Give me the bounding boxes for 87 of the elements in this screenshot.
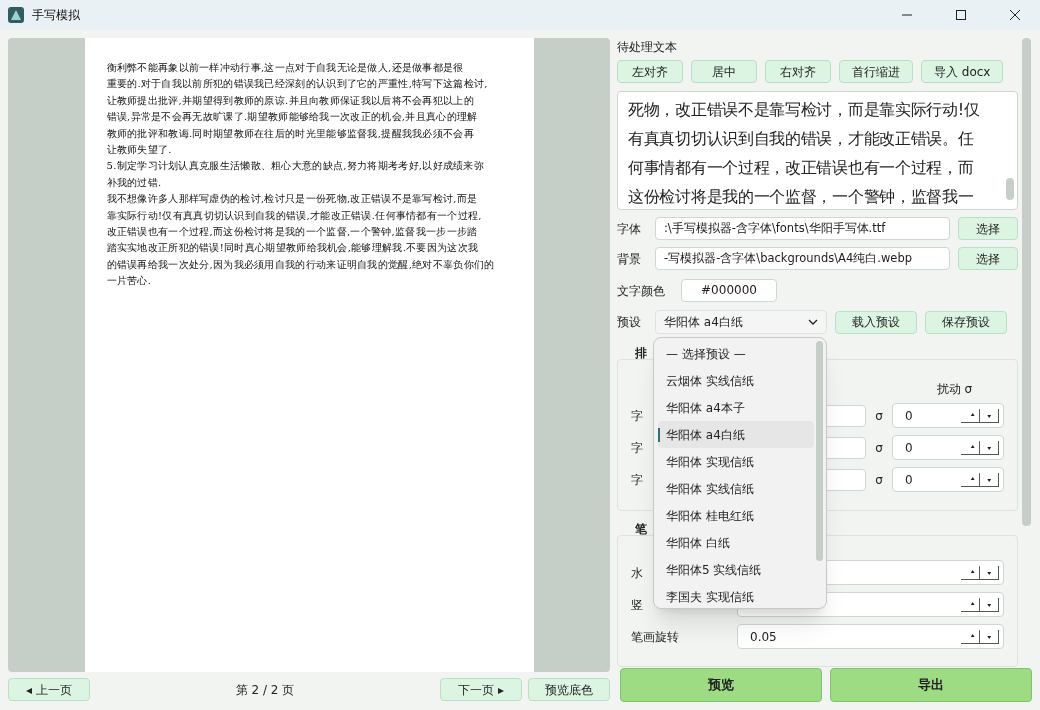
field-label: 字 [631, 471, 643, 489]
toolbar-button[interactable]: 左对齐 [617, 60, 683, 83]
choose-button[interactable]: 选择 [958, 247, 1018, 270]
field-label: 字 [631, 407, 643, 425]
app-icon [8, 7, 24, 23]
action-button[interactable]: 预览 [620, 668, 822, 702]
toolbar-button[interactable]: 居中 [691, 60, 757, 83]
dropdown-option[interactable]: 云烟体 实线信纸 [658, 367, 814, 394]
field-label: 预设 [617, 314, 642, 331]
handwriting-line: 让教师提出批评,并期望得到教师的原谅.并且向教师保证我以后将不会再犯以上的 [106, 93, 474, 108]
scrollbar-thumb[interactable] [816, 341, 823, 561]
dropdown-option[interactable]: 华阳体 桂电红纸 [658, 502, 814, 529]
sigma-label: σ [874, 471, 884, 489]
spin-arrows-icon [961, 565, 999, 580]
handwriting-line: 我不想像许多人那样写虚伪的检讨,检讨只是一份死物,改正错误不是靠写检讨,而是 [106, 192, 478, 207]
value-field[interactable] [826, 468, 866, 491]
text-line: 何事情都有一个过程，改正错误也有一个过程，而 [628, 157, 974, 179]
spin-arrows-icon [961, 408, 999, 423]
handwriting-line: 教师的批评和教诲.同时期望教师在往后的时光里能够监督我,提醒我我必须不会再 [106, 126, 474, 141]
handwriting-line: 5.制定学习计划认真克服生活懒散、粗心大意的缺点,努力将期考考好,以好成绩来弥 [106, 159, 485, 174]
handwriting-line: 补我的过错. [106, 175, 162, 190]
field-label: 字 [631, 439, 643, 457]
sigma-label: σ [874, 407, 884, 425]
toolbar-button[interactable]: 右对齐 [765, 60, 831, 83]
prev-page-button[interactable]: ◂ 上一页 [8, 678, 90, 701]
spin-arrows-icon [961, 440, 999, 455]
close-icon[interactable] [1010, 10, 1020, 20]
spin-arrows-icon [961, 597, 999, 612]
selection-indicator [658, 428, 660, 442]
scrollbar-thumb[interactable] [1006, 178, 1014, 200]
next-page-button[interactable]: 下一页 ▸ [440, 678, 522, 701]
text-line: 死物，改正错误不是靠写检讨，而是靠实际行动!仅 [628, 99, 980, 121]
scrollbar-thumb[interactable] [1022, 38, 1031, 526]
group-title: 笔 [635, 521, 647, 534]
section-label: 待处理文本 [617, 39, 678, 55]
page-indicator: 第 2 / 2 页 [234, 681, 296, 699]
load-preset-button[interactable]: 载入预设 [835, 310, 917, 334]
handwriting-line: 重要的.对于自我以前所犯的错误我已经深刻的认识到了它的严重性,特写下这篇检讨, [106, 77, 488, 92]
text-editor[interactable]: 死物，改正错误不是靠写检讨，而是靠实际行动!仅 有真真切切认识到自我的错误，才能改正错误。任 何事情都有一个过程，改正错误也有一个过程，而 这份检讨将是我的一个监督，一个警钟，监督我一 [617, 91, 1018, 210]
text-line: 有真真切切认识到自我的错误，才能改正错误。任 [628, 128, 974, 150]
dropdown-option[interactable]: — 选择预设 — [658, 340, 814, 367]
column-header: 扰动 σ [936, 381, 972, 396]
field-label: 背景 [617, 250, 642, 268]
spin-box[interactable]: 0.05 [737, 624, 1004, 649]
toolbar-button[interactable]: 首行缩进 [839, 60, 913, 83]
handwriting-line: 的错误再给我一次处分,因为我必须用自我的行动来证明自我的觉醒,绝对不辜负你们的 [106, 257, 495, 272]
dropdown-option[interactable]: 李国夫 实现信纸 [658, 583, 814, 608]
handwriting-line: 一片苦心. [106, 274, 152, 289]
toolbar-button[interactable]: 导入 docx [921, 60, 1004, 83]
dropdown-option[interactable]: 华阳体 a4白纸 [658, 421, 814, 448]
spin-arrows-icon [961, 629, 999, 644]
color-field[interactable]: #000000 [681, 279, 777, 302]
handwriting-line: 踏实实地改正所犯的错误!同时真心期望教师给我机会,能够理解我.不要因为这次我 [106, 241, 479, 256]
preview-background-button[interactable]: 预览底色 [528, 678, 610, 701]
handwriting-line: 让教师失望了. [106, 143, 172, 158]
field-label: 水 [631, 564, 643, 582]
dropdown-option[interactable]: 华阳体 实线信纸 [658, 475, 814, 502]
choose-button[interactable]: 选择 [958, 217, 1018, 240]
dropdown-option[interactable]: 华阳体 实现信纸 [658, 448, 814, 475]
save-preset-button[interactable]: 保存预设 [925, 310, 1007, 334]
group-title: 排 [635, 345, 647, 358]
value-field[interactable] [826, 404, 866, 427]
handwriting-line: 靠实际行动!仅有真真切切认识到自我的错误,才能改正错误.任何事情都有一个过程, [106, 208, 482, 223]
window-title: 手写模拟 [32, 7, 80, 24]
path-field[interactable]: -写模拟器-含字体\backgrounds\A4纯白.webp [655, 247, 950, 270]
dropdown-option[interactable]: 华阳体 a4本子 [658, 394, 814, 421]
field-label: 竖 [631, 596, 643, 614]
field-label: 笔画旋转 [631, 628, 679, 646]
value-field[interactable] [826, 436, 866, 459]
spin-arrows-icon [961, 472, 999, 487]
dropdown-option[interactable]: 华阳体5 实线信纸 [658, 556, 814, 583]
handwriting-line: 改正错误也有一个过程,而这份检讨将是我的一个监督,一个警钟,监督我一步一步踏 [106, 225, 478, 240]
path-field[interactable]: :\手写模拟器-含字体\fonts\华阳手写体.ttf [655, 217, 950, 240]
handwriting-line: 错误,异常是不会再无故旷课了.期望教师能够给我一次改正的机会,并且真心的理解 [106, 110, 478, 125]
text-line: 这份检讨将是我的一个监督，一个警钟，监督我一 [628, 186, 974, 208]
chevron-down-icon [808, 319, 818, 325]
action-button[interactable]: 导出 [830, 668, 1032, 702]
field-label: 字体 [617, 220, 642, 238]
spin-box[interactable]: 0 [892, 403, 1004, 428]
spin-box[interactable]: 0 [892, 435, 1004, 460]
preset-select[interactable]: 华阳体 a4白纸 [655, 310, 827, 334]
dropdown-option[interactable]: 华阳体 白纸 [658, 529, 814, 556]
field-label: 文字颜色 [617, 282, 666, 300]
maximize-icon[interactable] [956, 10, 966, 20]
spin-box[interactable]: 0 [892, 467, 1004, 492]
handwriting-line: 衡利弊不能再象以前一样冲动行事,这一点对于自我无论是做人,还是做事都是很 [106, 61, 464, 75]
sigma-label: σ [874, 439, 884, 457]
